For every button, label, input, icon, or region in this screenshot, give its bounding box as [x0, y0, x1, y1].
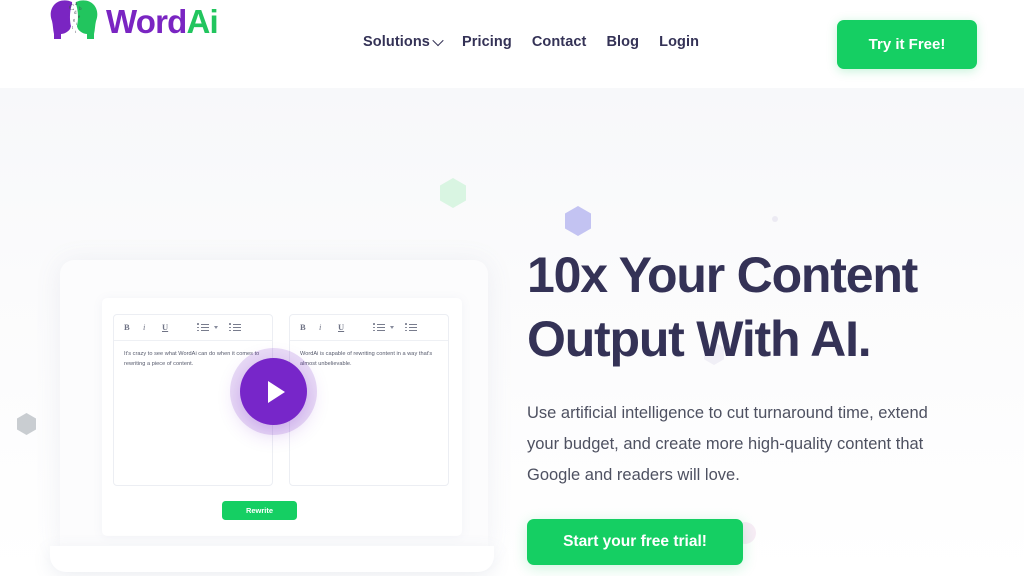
editor-panel-rewritten: B i U WordAi is capable of rewriting con… [289, 314, 449, 486]
nav-item-pricing[interactable]: Pricing [462, 34, 512, 50]
bulleted-list-icon[interactable] [197, 323, 209, 332]
decor-hexagon-gray [17, 413, 36, 435]
nav-label-blog: Blog [606, 34, 640, 50]
editor-text-original[interactable]: It's crazy to see what WordAi can do whe… [114, 341, 272, 370]
rewrite-button[interactable]: Rewrite [222, 501, 297, 520]
svg-text:g: g [73, 17, 75, 22]
nav-label-login: Login [659, 34, 700, 50]
nav-item-contact[interactable]: Contact [532, 34, 587, 50]
nav-label-contact: Contact [531, 34, 587, 50]
hero-section: B i U It's crazy to see what WordAi can … [0, 88, 1024, 576]
play-video-button[interactable] [240, 358, 307, 425]
nav-label-pricing: Pricing [461, 34, 512, 50]
start-free-trial-button[interactable]: Start your free trial! [527, 519, 743, 566]
hero-subcopy: Use artificial intelligence to cut turna… [527, 404, 928, 485]
laptop-frame: B i U It's crazy to see what WordAi can … [60, 260, 488, 550]
product-demo-mockup: B i U It's crazy to see what WordAi can … [50, 260, 498, 576]
chevron-down-icon [432, 34, 444, 47]
brand-logo[interactable]: C a b d e g i l t WordAi [46, 0, 219, 44]
nav-label-solutions: Solutions [363, 34, 430, 50]
try-it-free-button[interactable]: Try it Free! [837, 20, 977, 69]
decor-hexagon-purple [565, 206, 591, 236]
page-title: 10x Your Content Output With AI. [527, 243, 987, 371]
laptop-base [50, 546, 494, 572]
nav-item-blog[interactable]: Blog [606, 34, 639, 50]
svg-text:t: t [75, 29, 77, 34]
main-navigation: Solutions Pricing Contact Blog Login [363, 34, 699, 50]
two-heads-logo-icon: C a b d e g i l t [50, 0, 98, 39]
list-dropdown-caret-icon[interactable] [390, 326, 394, 329]
headline-line-2: Output With AI. [527, 311, 872, 367]
underline-icon[interactable]: U [162, 323, 181, 332]
brand-wordmark-word: Word [106, 2, 187, 40]
bulleted-list-icon[interactable] [373, 323, 385, 332]
play-triangle-icon [267, 380, 285, 403]
hero-copy: 10x Your Content Output With AI. Use art… [527, 243, 987, 566]
numbered-list-icon[interactable] [229, 323, 241, 332]
decor-circle-tiny [772, 216, 778, 222]
editor-text-rewritten[interactable]: WordAi is capable of rewriting content i… [290, 341, 448, 370]
list-dropdown-caret-icon[interactable] [214, 326, 218, 329]
underline-icon[interactable]: U [338, 323, 357, 332]
headline-line-1: 10x Your Content [527, 247, 918, 303]
nav-item-solutions[interactable]: Solutions [363, 34, 444, 50]
bold-icon[interactable]: B [300, 323, 319, 332]
italic-icon[interactable]: i [319, 323, 338, 332]
bold-icon[interactable]: B [124, 323, 143, 332]
brand-wordmark-ai: Ai [186, 2, 219, 40]
decor-hexagon-green [440, 178, 466, 208]
nav-item-login[interactable]: Login [659, 34, 699, 50]
italic-icon[interactable]: i [143, 323, 162, 332]
editor-toolbar-left: B i U [114, 315, 272, 341]
site-header: C a b d e g i l t WordAi Solutions Prici… [0, 0, 1024, 88]
editor-toolbar-right: B i U [290, 315, 448, 341]
numbered-list-icon[interactable] [405, 323, 417, 332]
brand-wordmark: WordAi [106, 2, 219, 40]
